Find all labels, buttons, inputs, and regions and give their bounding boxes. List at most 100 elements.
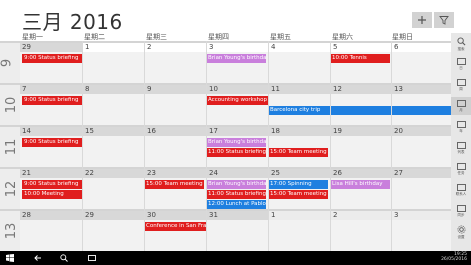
taskbar: 19:25 26/05/2016 [0,251,471,265]
event[interactable]: 9:00 Status briefing [22,54,82,63]
search-icon [456,37,465,46]
sidebar-item-week[interactable]: 周 [451,76,471,94]
event[interactable]: Barcelona city trip [268,106,451,115]
day-cell[interactable]: 1 [83,43,144,52]
week-row[interactable]: 12 21 22 23 24 25 26 27 9:00 Status brie… [0,167,451,209]
day-cell[interactable]: 25 [269,169,330,178]
day-cell[interactable]: 3 [207,43,268,52]
day-cell[interactable]: 14 [20,127,82,136]
day-cell[interactable]: 16 [145,127,206,136]
calendar-app: 三月 2016 星期一 星期二 星期三 星期四 星期五 星期六 星期日 9 29… [0,0,471,265]
event[interactable]: 15:00 Team meeting [268,148,328,157]
day-cell[interactable]: 8 [83,85,144,94]
day-cell[interactable]: 29 [20,43,82,52]
week-row[interactable]: 11 14 15 16 17 18 19 20 9:00 Status brie… [0,125,451,167]
week-row[interactable]: 10 7 8 9 10 11 12 13 9:00 Status briefin… [0,83,451,125]
event[interactable]: Brian Young's birthday [206,138,266,147]
day-cell[interactable]: 9 [145,85,206,94]
day-cell[interactable]: 19 [331,127,391,136]
day-cell[interactable]: 4 [269,43,330,52]
event[interactable]: 9:00 Status briefing [22,180,82,189]
week-number: 9 [0,43,20,83]
week-row[interactable]: 13 28 29 30 31 1 2 3 Conference in San F… [0,209,451,251]
sidebar-item-contacts[interactable]: 联系人 [451,181,471,199]
column-divider [82,41,83,251]
week-number: 13 [0,211,20,251]
day-cell[interactable]: 7 [20,85,82,94]
sidebar-item-sync[interactable]: 同步 [451,202,471,220]
week-number: 11 [0,127,20,167]
event[interactable]: 9:00 Status briefing [22,138,82,147]
day-cell[interactable]: 28 [20,211,82,220]
day-cell[interactable]: 3 [392,211,451,220]
day-cell[interactable]: 17 [207,127,268,136]
sidebar-item-year[interactable]: 年 [451,118,471,136]
event[interactable]: 9:00 Status briefing [22,96,82,105]
day-cell[interactable]: 1 [269,211,330,220]
event[interactable]: 11:00 Status briefing [206,190,266,199]
back-arrow-icon[interactable] [34,254,42,262]
week-view-icon [456,79,466,86]
day-cell[interactable]: 10 [207,85,268,94]
search-icon[interactable] [60,254,68,262]
weekday-header-sun: 星期日 [392,33,413,41]
system-clock[interactable]: 19:25 26/05/2016 [441,252,467,262]
contacts-icon [456,184,466,191]
sidebar-item-tasks[interactable]: 任务 [451,160,471,178]
event[interactable]: 15:00 Team meeting [144,180,204,189]
weekday-header-tue: 星期二 [84,33,105,41]
task-view-icon[interactable] [88,254,96,262]
day-cell[interactable]: 12 [331,85,391,94]
day-cell[interactable]: 2 [145,43,206,52]
day-cell[interactable]: 6 [392,43,451,52]
day-cell[interactable]: 27 [392,169,451,178]
day-cell[interactable]: 31 [207,211,268,220]
month-view-icon [456,100,466,107]
day-cell[interactable]: 20 [392,127,451,136]
event[interactable]: 15:00 Team meeting [268,190,328,199]
day-cell[interactable]: 21 [20,169,82,178]
event[interactable]: Brian Young's birthday [206,180,266,189]
day-cell[interactable]: 2 [331,211,391,220]
event[interactable]: Conference in San Francisco [144,222,206,231]
sidebar-item-month[interactable]: 月 [451,97,471,115]
event[interactable]: Accounting workshop [206,96,268,105]
day-cell[interactable]: 30 [145,211,206,220]
event[interactable]: 10:00 Tennis [330,54,390,63]
sidebar-item-list[interactable]: 列表 [451,139,471,157]
day-view-icon [456,58,466,65]
day-cell[interactable]: 5 [331,43,391,52]
weekday-header-sat: 星期六 [332,33,353,41]
page-title: 三月 2016 [22,10,123,34]
event[interactable]: 12:00 Lunch at Pablo's [206,200,266,209]
column-divider [144,41,145,251]
event[interactable]: Lisa Hill's birthday [330,180,390,189]
week-number: 12 [0,169,20,209]
week-row[interactable]: 9 29 1 2 3 4 5 6 9:00 Status briefing Br… [0,41,451,83]
day-cell[interactable]: 13 [392,85,451,94]
sidebar-item-day[interactable]: 日 [451,55,471,73]
month-grid[interactable]: 9 29 1 2 3 4 5 6 9:00 Status briefing Br… [0,41,451,251]
event[interactable]: Brian Young's birthday [206,54,266,63]
event[interactable]: 11:00 Status briefing [206,148,266,157]
sidebar-item-settings[interactable]: 设置 [451,223,471,241]
day-cell[interactable]: 29 [83,211,144,220]
day-cell[interactable]: 22 [83,169,144,178]
column-divider [206,41,207,251]
day-cell[interactable]: 24 [207,169,268,178]
day-cell[interactable]: 26 [331,169,391,178]
day-cell[interactable]: 18 [269,127,330,136]
event[interactable]: 10:00 Meeting [22,190,82,199]
filter-button[interactable] [434,12,454,28]
day-cell[interactable]: 15 [83,127,144,136]
add-event-button[interactable] [412,12,432,28]
sidebar-item-search[interactable]: 搜索 [451,35,471,53]
windows-start-icon[interactable] [6,254,14,262]
column-divider [268,41,269,251]
day-cell[interactable]: 11 [269,85,330,94]
filter-icon [439,16,449,25]
event[interactable]: 17:00 Spinning [268,180,328,189]
column-divider [391,41,392,251]
day-cell[interactable]: 23 [145,169,206,178]
tasks-icon [456,163,466,170]
